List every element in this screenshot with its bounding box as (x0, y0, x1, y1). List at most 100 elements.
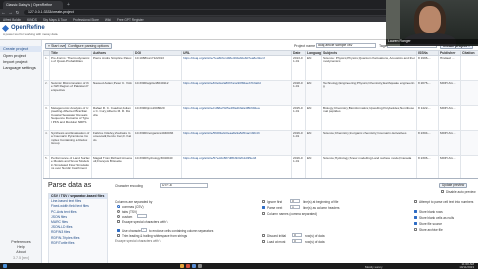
configure-parsing-button[interactable]: Configure parsing options (65, 43, 112, 49)
store-blank-cells-checkbox[interactable] (414, 216, 418, 220)
disable-auto-preview-checkbox[interactable] (441, 190, 445, 194)
table-cell (460, 55, 478, 81)
column-header[interactable]: Language (305, 50, 322, 56)
bookmark-item[interactable]: Sky Maps & Tour (43, 18, 67, 22)
chrome-icon[interactable] (186, 264, 190, 268)
disable-auto-preview-label: Disable auto preview (446, 190, 476, 194)
table-cell: Science: Physics;Physics;Quantum fluctua… (321, 55, 417, 81)
browser-tab-active[interactable]: Classic Daisy's | OpenRefine (3, 1, 63, 9)
parse-next-rest: line(s) as column headers (303, 206, 340, 210)
table-cell: Pierre Andre Simplice Patoc (91, 55, 134, 81)
sep-tabs-radio[interactable] (117, 210, 121, 214)
system-clock[interactable]: 11:00 AM 10/11/2023 (459, 263, 474, 269)
app-icon[interactable] (198, 264, 202, 268)
person-face (419, 6, 441, 33)
table-cell: EN (305, 130, 322, 156)
table-row: 3. Metagenomic Analysis of Upwelling-Affe… (43, 105, 478, 131)
ignore-first-checkbox[interactable] (262, 200, 266, 204)
auto-column-checkbox[interactable] (262, 212, 266, 216)
table-cell: 8 2076-... (416, 80, 439, 106)
file-explorer-icon[interactable] (180, 264, 184, 268)
custom-separator-input[interactable] (137, 214, 147, 218)
table-cell: EN (305, 80, 322, 106)
discard-initial-label: Discard initial (267, 234, 286, 238)
bookmark-item[interactable]: KINDS (27, 18, 37, 22)
table-body: 1. Pre-Forms: Thermodynamics of Quasi-Pro… (43, 55, 478, 178)
reload-icon[interactable]: ↻ (14, 10, 21, 16)
os-taskbar: Mostly sunny 11:00 AM 10/11/2023 (0, 263, 478, 269)
store-archive-label: Store archive file (419, 228, 443, 232)
quote-rest-label: to enclose cells containing column separ… (149, 229, 214, 233)
forward-icon[interactable]: → (7, 10, 14, 15)
left-sidebar: Create project Open project Import proje… (0, 40, 42, 269)
table-cell: Science;Hydrology;Snow modelling;Land su… (321, 155, 417, 178)
load-at-most-input[interactable]: 0 (292, 239, 302, 243)
parse-next-checkbox[interactable] (262, 206, 266, 210)
store-blank-cells-label: Store blank cells as nulls (419, 216, 455, 220)
trim-whitespace-checkbox[interactable] (117, 234, 121, 238)
load-at-most-rest: row(s) of data (305, 240, 325, 244)
parse-divider[interactable] (43, 178, 478, 179)
app-icon[interactable] (192, 264, 196, 268)
back-icon[interactable]: ← (0, 10, 7, 15)
table-cell: 10.3390/ijms1608020 (133, 105, 182, 131)
bookmark-item[interactable]: Professional Store (73, 18, 99, 22)
sep-comma-radio[interactable] (117, 205, 121, 209)
sep-comma-label: commas (CSV) (122, 205, 144, 209)
escape-checkbox[interactable] (117, 220, 121, 224)
table-cell: EN (305, 155, 322, 178)
format-option[interactable]: RDF/Turtle files (49, 241, 107, 246)
table-cell: https://doaj.org/article/b0e0e2a8037a1e9… (181, 80, 292, 106)
preview-table: Title Authors DOI URL Date Language Subjects IS… (43, 50, 478, 178)
load-at-most-checkbox[interactable] (262, 240, 266, 244)
parse-data-title: Parse data as (48, 182, 92, 189)
store-blank-rows-checkbox[interactable] (414, 210, 418, 214)
start-icon[interactable] (3, 264, 7, 268)
store-file-source-checkbox[interactable] (414, 222, 418, 226)
app-logo[interactable]: OpenRefine (1, 24, 45, 32)
discard-initial-checkbox[interactable] (262, 234, 266, 238)
table-cell: 8 1422-... (416, 105, 439, 131)
ignore-first-input[interactable]: 0 (290, 199, 300, 203)
quote-char-input[interactable]: " (141, 228, 147, 232)
table-cell: Science;Chemistry;Inorganic chemistry;Co… (321, 130, 417, 156)
sidebar-item-create-project[interactable]: Create project (0, 46, 42, 52)
bookmark-item[interactable]: Free GPT Register (117, 18, 144, 22)
ignore-first-label: Ignore first (267, 200, 283, 204)
table-cell: 2013-01-01 (291, 55, 306, 81)
table-cell: Rafael R. C. Cuadrat;Juliano C. Cury;Alb… (91, 105, 134, 131)
table-row: 1. Pre-Forms: Thermodynamics of Quasi-Pro… (43, 55, 478, 81)
new-tab-button[interactable]: + (64, 1, 72, 9)
project-name-label: Project name (294, 44, 316, 48)
sep-custom-radio[interactable] (117, 215, 121, 219)
table-cell: Naveed Aslam;Peter C. Vick (91, 80, 134, 106)
encoding-input[interactable]: UTF-8 (160, 183, 208, 188)
sidebar-item-language-settings[interactable]: Language settings (0, 65, 42, 71)
discard-initial-input[interactable]: 0 (292, 233, 302, 237)
table-cell (460, 130, 478, 156)
table-cell: 2018-01-01 (291, 80, 306, 106)
ignore-first-rest: line(s) at beginning of file (303, 200, 339, 204)
parse-next-input[interactable]: 1 (290, 205, 300, 209)
url-input[interactable]: 127.0.0.1:3333/create-project (24, 10, 394, 15)
help-link[interactable]: Help (0, 245, 42, 249)
store-archive-checkbox[interactable] (414, 228, 418, 232)
escape-label: Escape special characters with \ (122, 220, 168, 224)
table-cell: 10.3390/hydrology3040040 (133, 155, 182, 178)
about-link[interactable]: About (0, 250, 42, 254)
preferences-link[interactable]: Preferences (0, 240, 42, 244)
bookmark-item[interactable]: Wiki (105, 18, 111, 22)
table-cell: 10.3390/inorganics4040036 (133, 130, 182, 156)
bookmark-item[interactable]: Alfred Boldin (3, 18, 21, 22)
update-preview-button[interactable]: Update preview (439, 183, 468, 188)
table-cell: https://doaj.org/article/560f4a3c0eaa8e9… (181, 130, 292, 156)
app-tagline: A power tool for working with messy data… (3, 32, 59, 36)
table-cell: https://doaj.org/article/7ea6bfccd48e4b6… (181, 55, 292, 81)
table-cell: Performance of Land Surface Models and S… (49, 155, 92, 178)
use-quote-checkbox[interactable] (117, 229, 121, 233)
parse-numbers-checkbox[interactable] (414, 200, 418, 204)
table-cell (460, 105, 478, 131)
logo-text: OpenRefine (11, 25, 45, 31)
project-name-input[interactable]: doaj article sample csv (316, 43, 376, 48)
preview-grid: Title Authors DOI URL Date Language Subjects IS… (43, 50, 478, 178)
